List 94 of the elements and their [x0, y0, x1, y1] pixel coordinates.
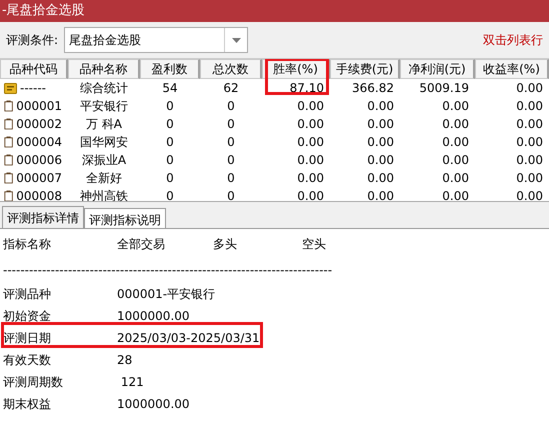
- metric-label: 初始资金: [3, 308, 52, 324]
- table-cell-text: 0.00: [441, 117, 470, 131]
- table-cell-text: 0.00: [296, 189, 325, 201]
- table-cell-text: 0.00: [366, 171, 395, 185]
- table-cell-text: 0.00: [515, 99, 544, 113]
- table-cell-text: 0.00: [366, 153, 395, 167]
- caret-icon: [232, 38, 241, 42]
- folder-icon: [4, 82, 17, 94]
- metric-value: 28: [117, 353, 134, 367]
- tab[interactable]: 评测指标说明: [84, 208, 166, 228]
- column-header[interactable]: 品种代码: [0, 59, 68, 79]
- column-header[interactable]: 净利润(元): [400, 59, 475, 79]
- table-cell-text: 0: [165, 189, 175, 201]
- table-cell-text: 平安银行: [79, 98, 129, 114]
- table-cell-text: 62: [222, 81, 240, 95]
- table-cell-text: 0.00: [296, 153, 325, 167]
- metric-label: 评测日期: [3, 330, 52, 346]
- column-header[interactable]: 手续费(元): [330, 59, 400, 79]
- document-icon: [4, 117, 14, 131]
- table-cell-text: 0: [165, 117, 175, 131]
- table-cell-text: 0: [226, 135, 236, 149]
- table-cell-text: 全新好: [85, 170, 123, 186]
- table-cell-text: 0: [226, 189, 236, 201]
- metric-value: 1000000.00: [117, 397, 191, 411]
- metric-label: 有效天数: [3, 352, 52, 368]
- metric-value: 000001-平安银行: [117, 286, 216, 302]
- metric-label: 评测品种: [3, 286, 52, 302]
- column-header[interactable]: 收益率(%): [475, 59, 549, 79]
- table-cell-text: 87.10: [288, 81, 325, 95]
- table-cell-text: 0.00: [296, 99, 325, 113]
- table-cell-text: 0.00: [366, 99, 395, 113]
- column-header[interactable]: 盈利数: [140, 59, 200, 79]
- table-cell-text: 神州高铁: [79, 188, 129, 201]
- metric-value: 121: [120, 375, 145, 389]
- table-cell-text: 366.82: [351, 81, 395, 95]
- code-text: ------: [20, 81, 46, 95]
- metric-label: 评测周期数: [3, 374, 64, 390]
- document-icon: [4, 171, 14, 185]
- table-cell-text: 0.00: [515, 171, 544, 185]
- document-icon: [4, 135, 14, 149]
- table-cell-text: 0.00: [515, 153, 544, 167]
- table-cell-text: 0.00: [441, 99, 470, 113]
- table-cell-text: 0.00: [366, 189, 395, 201]
- column-label: 指标名称: [3, 236, 52, 252]
- code-text: 000001: [16, 99, 62, 113]
- table-cell-text: 0: [165, 99, 175, 113]
- column-label: 空头: [302, 236, 327, 252]
- table-cell-text: 万 科A: [84, 116, 124, 132]
- table-cell-text: 0: [226, 171, 236, 185]
- table-cell-text: 国华网安: [79, 134, 129, 150]
- condition-dropdown[interactable]: 尾盘拾金选股: [64, 27, 248, 53]
- table-cell-text: 综合统计: [79, 80, 129, 96]
- table-cell-text: 0.00: [366, 135, 395, 149]
- table-cell-text: 0.00: [441, 135, 470, 149]
- table-cell-text: 深振业A: [80, 152, 128, 168]
- table-cell-text: 0.00: [441, 171, 470, 185]
- table-cell-text: 0.00: [296, 117, 325, 131]
- metric-value: 2025/03/03-2025/03/31: [117, 331, 261, 345]
- code-text: 000004: [16, 135, 62, 149]
- column-label: 多头: [213, 236, 238, 252]
- condition-label: 评测条件:: [6, 32, 58, 48]
- tab[interactable]: 评测指标详情: [2, 206, 84, 228]
- document-icon: [4, 153, 14, 167]
- metric-value: 1000000.00: [117, 309, 191, 323]
- table-cell-text: 0.00: [441, 189, 470, 201]
- table-cell-text: 0: [226, 117, 236, 131]
- table-cell-text: 0: [165, 153, 175, 167]
- table-cell-text: 0: [226, 99, 236, 113]
- table-cell-text: 0.00: [515, 189, 544, 201]
- table-cell-text: 0.00: [515, 81, 544, 95]
- metric-label: 期末权益: [3, 396, 52, 412]
- table-cell-text: 0.00: [441, 153, 470, 167]
- column-header[interactable]: 品种名称: [68, 59, 140, 79]
- code-text: 000006: [16, 153, 62, 167]
- code-text: 000007: [16, 171, 62, 185]
- hint-text: 双击列表行: [483, 32, 543, 48]
- column-header[interactable]: 总次数: [200, 59, 262, 79]
- table-cell-text: 0.00: [515, 117, 544, 131]
- table-cell-text: 0: [165, 135, 175, 149]
- table-cell-text: 0: [165, 171, 175, 185]
- column-label: 全部交易: [117, 236, 166, 252]
- table-cell-text: 5009.19: [418, 81, 470, 95]
- table-cell-text: 0: [226, 153, 236, 167]
- table-cell-text: 0.00: [296, 135, 325, 149]
- table-cell-text: 54: [161, 81, 179, 95]
- dashed-separator: ----------------------------------------------------------------------------: [3, 263, 334, 277]
- document-icon: [4, 99, 14, 113]
- window-title: -尾盘拾金选股: [0, 0, 549, 22]
- document-icon: [4, 189, 14, 201]
- table-cell-text: 0.00: [366, 117, 395, 131]
- code-text: 000002: [16, 117, 62, 131]
- code-text: 000008: [16, 189, 62, 201]
- table-cell-text: 0.00: [515, 135, 544, 149]
- table-cell-text: 0.00: [296, 171, 325, 185]
